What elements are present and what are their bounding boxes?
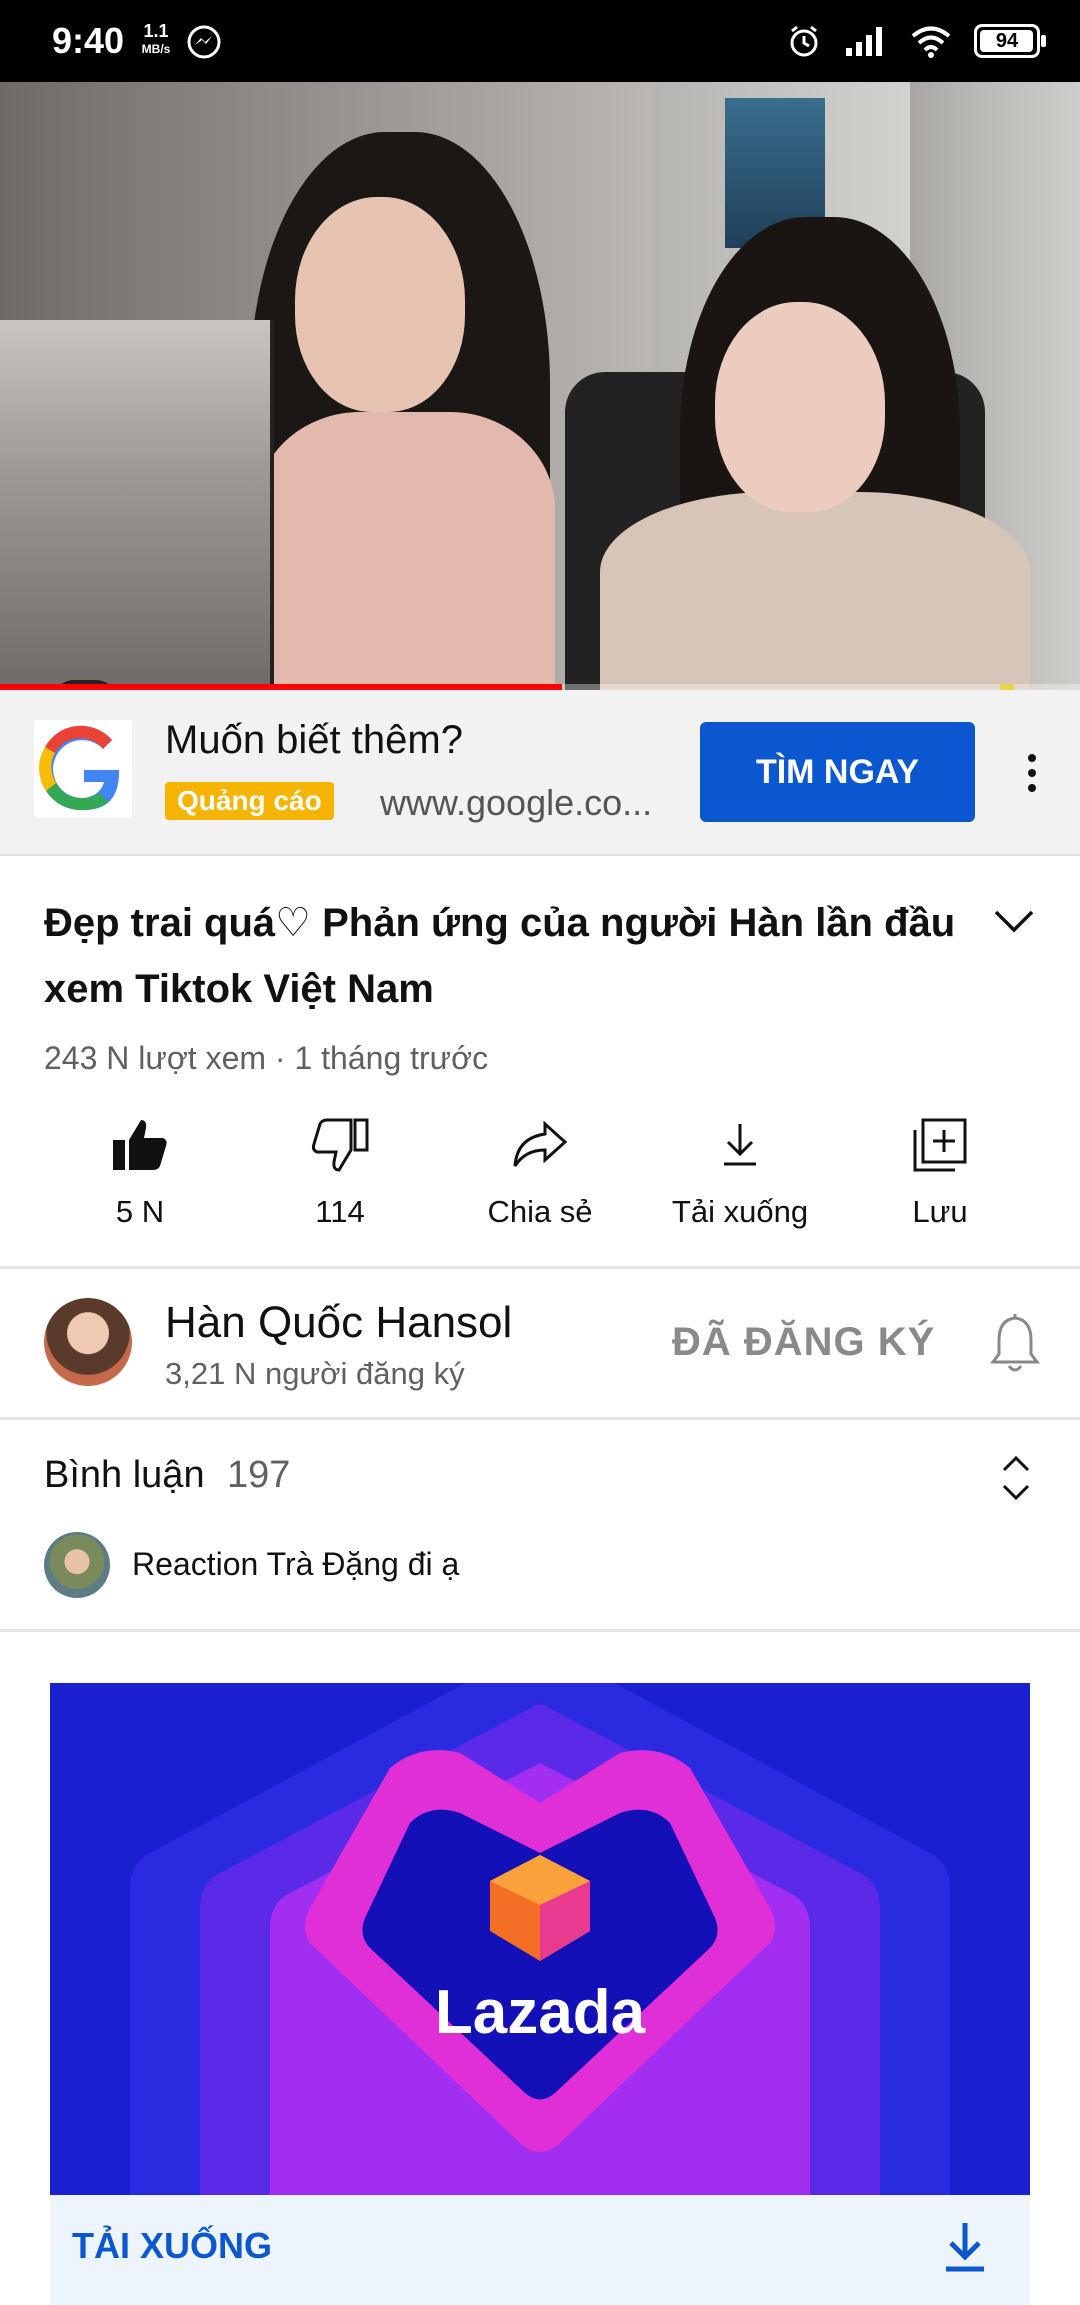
picture-in-picture-clip — [0, 320, 274, 690]
wifi-icon — [911, 26, 951, 58]
download-icon — [724, 1124, 756, 1166]
lazada-brand-text: Lazada — [435, 1978, 646, 2047]
google-logo-icon — [34, 720, 132, 818]
chevron-down-icon[interactable] — [990, 902, 1038, 942]
subscribed-button[interactable]: ĐÃ ĐĂNG KÝ — [672, 1320, 935, 1365]
lazada-ad-footer[interactable]: TẢI XUỐNG — [50, 2195, 1030, 2305]
comments-title: Bình luận — [44, 1454, 205, 1496]
ad-badge: Quảng cáo — [165, 782, 334, 820]
add-to-playlist-icon — [913, 1118, 967, 1172]
channel-row[interactable]: Hàn Quốc Hansol 3,21 N người đăng ký ĐÃ … — [0, 1268, 1080, 1418]
ad-banner[interactable]: Muốn biết thêm? Quảng cáo www.google.co.… — [0, 690, 1080, 856]
video-player[interactable] — [0, 82, 1080, 690]
video-meta: 243 N lượt xem · 1 tháng trước — [44, 1040, 489, 1076]
share-icon — [513, 1120, 568, 1167]
thumbs-down-icon — [311, 1118, 369, 1172]
more-options-icon[interactable] — [1022, 748, 1042, 798]
expand-collapse-icon[interactable] — [996, 1450, 1036, 1506]
divider — [0, 1629, 1080, 1632]
messenger-icon — [187, 25, 221, 59]
network-speed: 1.1 MB/s — [141, 21, 171, 56]
ad-title[interactable]: Muốn biết thêm? — [165, 718, 463, 763]
like-button[interactable]: 5 N — [40, 1110, 240, 1230]
alarm-icon — [790, 25, 818, 57]
status-time: 9:40 — [52, 20, 125, 61]
signal-icon — [846, 27, 882, 56]
lazada-ad[interactable]: Lazada TẢI XUỐNG — [50, 1683, 1030, 2305]
dislike-button[interactable]: 114 — [240, 1110, 440, 1230]
like-count: 5 N — [115, 1194, 165, 1229]
channel-avatar[interactable] — [44, 1298, 132, 1386]
lazada-ad-image[interactable]: Lazada — [50, 1683, 1030, 2195]
share-button[interactable]: Chia sẻ — [440, 1110, 640, 1230]
save-label: Lưu — [912, 1194, 968, 1229]
thumbs-up-icon — [113, 1120, 167, 1170]
share-label: Chia sẻ — [487, 1194, 593, 1229]
ad-url[interactable]: www.google.co... — [380, 782, 670, 824]
download-label: Tải xuống — [671, 1194, 809, 1229]
video-actions: 5 N 114 Chia sẻ Tải xuống Lưu — [0, 1110, 1080, 1260]
lazada-download-button[interactable]: TẢI XUỐNG — [72, 2225, 272, 2267]
status-icons: 94 — [786, 18, 1046, 64]
download-button[interactable]: Tải xuống — [640, 1110, 840, 1230]
video-title[interactable]: Đẹp trai quá♡ Phản ứng của người Hàn lần… — [44, 890, 964, 1022]
save-button[interactable]: Lưu — [840, 1110, 1040, 1230]
comments-count: 197 — [227, 1454, 291, 1496]
commenter-avatar — [44, 1532, 110, 1598]
status-bar: 9:40 1.1 MB/s 94 — [0, 0, 1080, 82]
ad-cta-button[interactable]: TÌM NGAY — [700, 722, 975, 822]
top-comment: Reaction Trà Đặng đi ạ — [132, 1546, 460, 1582]
download-icon[interactable] — [940, 2219, 990, 2275]
lazada-heart-graphic: Lazada — [50, 1683, 1030, 2195]
comments-section[interactable]: Bình luận 197 Reaction Trà Đặng đi ạ — [0, 1420, 1080, 1630]
subscriber-count: 3,21 N người đăng ký — [165, 1356, 465, 1391]
bell-icon[interactable] — [985, 1312, 1045, 1376]
dislike-count: 114 — [315, 1194, 365, 1229]
battery-icon: 94 — [974, 24, 1046, 58]
channel-name[interactable]: Hàn Quốc Hansol — [165, 1298, 512, 1348]
